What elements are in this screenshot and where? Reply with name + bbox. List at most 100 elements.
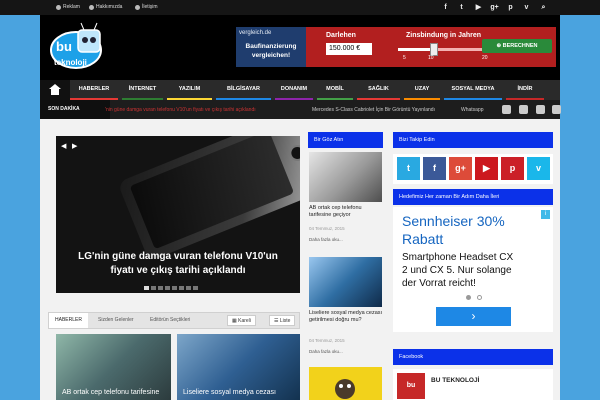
ad-calculator: Darlehen 150.000 € Zinsbindung in Jahren…	[306, 27, 556, 67]
slider-dot[interactable]	[172, 286, 177, 290]
facebook-icon[interactable]: f	[423, 157, 446, 180]
tab-sizden-gelenler[interactable]: Sizden Gelenler	[92, 313, 140, 328]
sidebar-ad[interactable]: i Sennheiser 30% Rabatt Smartphone Heads…	[393, 207, 553, 332]
slider-dot[interactable]	[165, 286, 170, 290]
loan-label: Darlehen	[326, 32, 356, 39]
nav-item-label: UZAY	[414, 86, 430, 92]
main-content: ◀ ▶ LG'nin güne damga vuran telefonu V10…	[40, 119, 560, 400]
featured-image	[117, 136, 300, 262]
loan-amount-input[interactable]: 150.000 €	[326, 43, 372, 55]
ad-dot[interactable]	[477, 295, 482, 300]
tab-editorun-sectikleri[interactable]: Editörün Seçtikleri	[144, 313, 196, 328]
umbrella-icon[interactable]	[502, 105, 511, 114]
middle-heading: Bir Göz Atın	[308, 132, 383, 148]
nav-item[interactable]: HABERLER	[70, 80, 118, 100]
post-title-1[interactable]: AB ortak cep telefonu tarifesine geçiyor	[309, 205, 383, 219]
ad-left-line1: Baufinanzierung	[245, 43, 297, 50]
nav-home[interactable]	[40, 80, 70, 100]
term-tick-mid: 10	[428, 55, 434, 61]
ticker-item-1[interactable]: 'nin güne damga vuran telefonu V10'un fi…	[105, 107, 256, 113]
term-label: Zinsbindung in Jahren	[406, 32, 482, 39]
ticker-item-3[interactable]: Whatsapp	[461, 107, 484, 113]
twitter-icon[interactable]: t	[397, 157, 420, 180]
svg-text:teknoloji: teknoloji	[54, 58, 87, 67]
nav-item[interactable]: BİLGİSAYAR	[216, 80, 271, 100]
nav-item[interactable]: İNDİR	[506, 80, 544, 100]
info-icon	[89, 4, 94, 10]
pinterest-icon[interactable]: p	[501, 157, 524, 180]
home-icon	[49, 84, 61, 95]
ad-body-3: der Vorrat reicht!	[402, 278, 476, 289]
vimeo-icon[interactable]: v	[522, 3, 531, 12]
ad-brand: vergleich.de	[239, 30, 272, 36]
topbar-link-hakkimizda[interactable]: Hakkımızda	[89, 4, 122, 10]
post-thumb-1[interactable]	[309, 152, 382, 202]
slider-prev-icon[interactable]: ◀	[61, 142, 66, 150]
nav-item[interactable]: DONANIM	[275, 80, 313, 100]
term-tick-max: 20	[482, 55, 488, 61]
ad-arrow-button[interactable]: ›	[436, 307, 511, 326]
slider-dots	[144, 286, 198, 290]
slide-title[interactable]: LG'nin güne damga vuran telefonu V10'un	[56, 251, 300, 262]
facebook-icon[interactable]: f	[441, 3, 450, 12]
site-logo[interactable]: bu teknoloji	[48, 20, 110, 74]
nav-item-label: DONANIM	[280, 86, 308, 92]
nav-item[interactable]: İNTERNET	[122, 80, 163, 100]
read-more-link-1[interactable]: Daha fazla oku...	[309, 237, 343, 242]
main-nav: HABERLER İNTERNET YAZILIM BİLGİSAYAR DONANIM…	[40, 80, 560, 100]
twitter-icon[interactable]: t	[457, 3, 466, 12]
googleplus-icon[interactable]: g+	[490, 3, 499, 12]
vimeo-icon[interactable]: v	[527, 157, 550, 180]
grid-post-1[interactable]: AB ortak cep telefonu tarifesine	[56, 334, 171, 400]
slider-dot[interactable]	[193, 286, 198, 290]
topbar-link-iletisim[interactable]: İletişim	[135, 4, 158, 10]
megaphone-icon	[56, 4, 61, 10]
term-slider-track[interactable]	[398, 48, 488, 51]
term-slider-fill	[398, 48, 434, 51]
grid-post-2[interactable]: Liseliere sosyal medya cezası	[177, 334, 300, 400]
post-thumb-3[interactable]	[309, 367, 382, 400]
slider-next-icon[interactable]: ▶	[72, 142, 77, 150]
nav-item-label: HABERLER	[78, 86, 110, 92]
calculate-button[interactable]: ⊕ BERECHNEN	[482, 39, 552, 53]
featured-slider[interactable]: ◀ ▶ LG'nin güne damga vuran telefonu V10…	[56, 136, 300, 293]
nav-item[interactable]: SAĞLIK	[357, 80, 400, 100]
follow-heading: Bizi Takip Edin	[393, 132, 553, 148]
post-title-2[interactable]: Liseliere sosyal medya cezası getirilmes…	[309, 310, 383, 324]
view-grid-button[interactable]: ▦ Kareli	[227, 315, 256, 326]
slider-dot[interactable]	[158, 286, 163, 290]
youtube-icon[interactable]: ▶	[475, 157, 498, 180]
slider-dot[interactable]	[151, 286, 156, 290]
search-icon[interactable]: ⌕	[539, 3, 548, 12]
site-header: bu teknoloji vergleich.de Baufinanzierun…	[40, 15, 560, 80]
nav-item[interactable]: UZAY	[404, 80, 440, 100]
ticker-item-2[interactable]: Mercedes S-Class Cabriolet İçin Bir Görü…	[312, 107, 435, 113]
read-more-link-2[interactable]: Daha fazla oku...	[309, 349, 343, 354]
facebook-widget[interactable]: bu BU TEKNOLOJİ	[393, 369, 553, 400]
grid-post-title: Liseliere sosyal medya cezası	[183, 389, 276, 396]
nav-item[interactable]: YAZILIM	[167, 80, 212, 100]
ad-info-icon[interactable]: i	[541, 210, 550, 219]
post-thumb-2[interactable]	[309, 257, 382, 307]
nav-item[interactable]: MOBİL	[317, 80, 353, 100]
pinterest-icon[interactable]: p	[506, 3, 515, 12]
view-list-button[interactable]: ☰ Liste	[269, 315, 296, 326]
slider-dot[interactable]	[179, 286, 184, 290]
video-icon[interactable]	[552, 105, 561, 114]
slide-title-line2[interactable]: fiyatı ve çıkış tarihi açıklandı	[56, 265, 300, 276]
facebook-page-name[interactable]: BU TEKNOLOJİ	[431, 377, 479, 384]
document-icon[interactable]	[519, 105, 528, 114]
slider-dot[interactable]	[144, 286, 149, 290]
post-date-1: 04 Temmuz, 2015	[309, 226, 345, 231]
googleplus-icon[interactable]: g+	[449, 157, 472, 180]
phone-icon	[135, 4, 140, 10]
topbar-link-reklam[interactable]: Reklam	[56, 4, 80, 10]
header-ad-banner[interactable]: vergleich.de Baufinanzierung vergleichen…	[236, 27, 556, 67]
tab-haberler[interactable]: HABERLER	[49, 313, 88, 328]
slider-dot[interactable]	[186, 286, 191, 290]
camera-icon[interactable]	[536, 105, 545, 114]
ad-dot-active[interactable]	[466, 295, 471, 300]
social-follow-box: t f g+ ▶ p v	[393, 154, 553, 184]
youtube-icon[interactable]: ▶	[474, 3, 483, 12]
nav-item[interactable]: SOSYAL MEDYA	[444, 80, 502, 100]
